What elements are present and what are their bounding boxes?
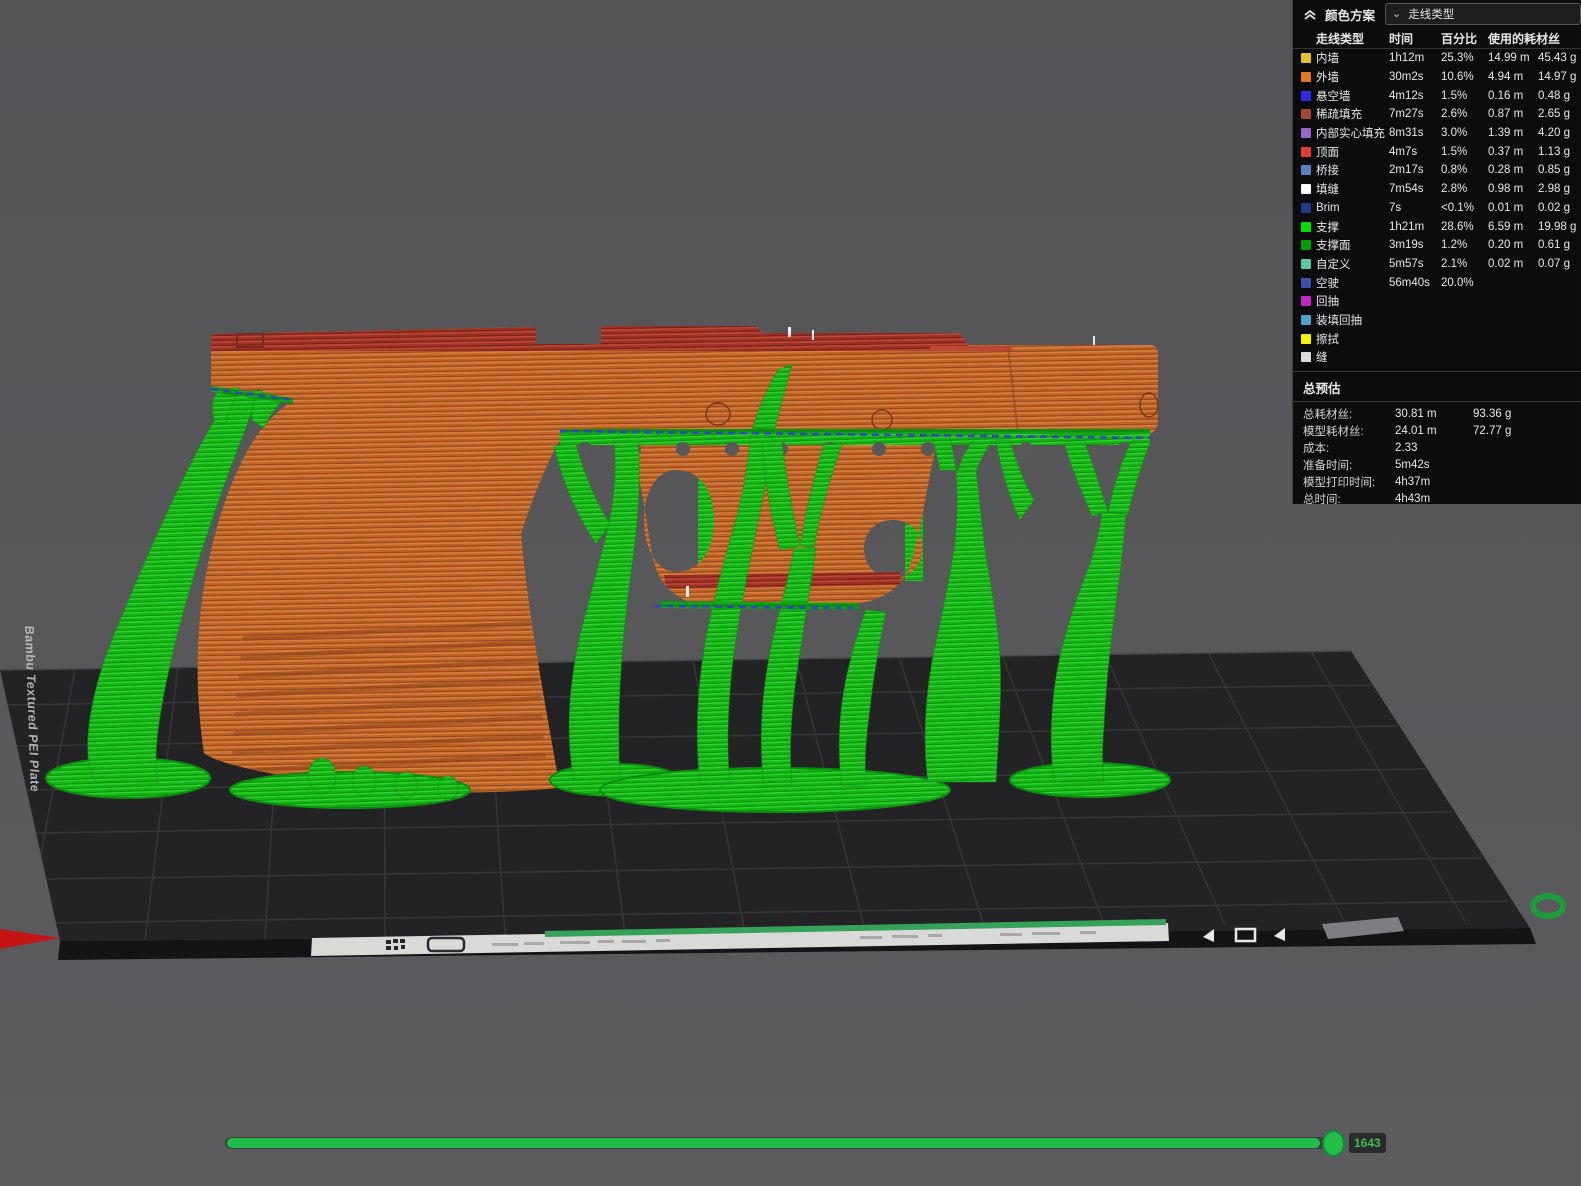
line-type-swatch xyxy=(1301,221,1311,232)
chevron-down-icon: ⌄ xyxy=(1392,7,1402,20)
layer-slider-thumb[interactable] xyxy=(1322,1130,1345,1157)
line-type-swatch xyxy=(1301,240,1311,251)
line-type-row[interactable]: 支撑面 3m19s 1.2% 0.20 m 0.61 g xyxy=(1293,236,1581,255)
line-type-swatch xyxy=(1301,352,1311,363)
line-type-row[interactable]: 填缝 7m54s 2.8% 0.98 m 2.98 g xyxy=(1293,180,1581,199)
layer-range-slider[interactable] xyxy=(225,1137,1328,1149)
col-line-type: 走线类型 xyxy=(1316,31,1365,46)
line-type-swatch xyxy=(1301,296,1311,307)
line-type-swatch xyxy=(1301,333,1311,344)
totals-row: 准备时间: 5m42s xyxy=(1303,459,1430,473)
line-type-swatch xyxy=(1301,258,1311,269)
support-nub xyxy=(394,771,418,799)
support-nub xyxy=(351,765,377,797)
col-filament-used: 使用的耗材丝 xyxy=(1488,31,1561,46)
line-type-swatch xyxy=(1301,72,1311,83)
pin-boss xyxy=(705,402,731,426)
line-type-row[interactable]: 内部实心填充 8m31s 3.0% 1.39 m 4.20 g xyxy=(1293,124,1581,143)
line-type-row[interactable]: 支撑 1h21m 28.6% 6.59 m 19.98 g xyxy=(1293,217,1581,236)
line-type-swatch xyxy=(1301,165,1311,176)
view-type-value: 走线类型 xyxy=(1408,9,1455,21)
line-type-row[interactable]: 回抽 xyxy=(1293,292,1581,311)
plate-marker-ring-icon xyxy=(1530,893,1566,919)
support-tree xyxy=(553,443,611,545)
col-time: 时间 xyxy=(1389,31,1414,46)
support-tree xyxy=(924,469,1002,783)
line-type-swatch xyxy=(1301,184,1311,195)
color-scheme-panel: 颜色方案 ⌄ 走线类型 走线类型 时间 百分比 使用的耗材丝 内墙 1h12m 25… xyxy=(1292,0,1581,504)
collapse-panel-icon[interactable] xyxy=(1303,7,1317,21)
panel-header: 颜色方案 ⌄ 走线类型 xyxy=(1293,0,1581,28)
support-tree xyxy=(1107,439,1151,515)
pin-boss xyxy=(1139,392,1159,418)
layer-slider-fill xyxy=(227,1138,1320,1148)
view-type-dropdown[interactable]: ⌄ 走线类型 xyxy=(1385,3,1581,25)
line-type-swatch xyxy=(1301,202,1311,213)
line-type-row[interactable]: 自定义 5m57s 2.1% 0.02 m 0.07 g xyxy=(1293,255,1581,274)
layer-number-badge: 1643 xyxy=(1349,1133,1386,1153)
line-type-row[interactable]: 悬空墙 4m12s 1.5% 0.16 m 0.48 g xyxy=(1293,86,1581,105)
totals-row: 模型打印时间: 4h37m xyxy=(1303,476,1431,490)
x-axis-arrow-icon xyxy=(0,929,60,949)
totals-row: 成本: 2.33 xyxy=(1303,442,1418,456)
line-type-row[interactable]: 顶面 4m7s 1.5% 0.37 m 1.13 g xyxy=(1293,142,1581,161)
line-type-swatch xyxy=(1301,277,1311,288)
line-type-swatch xyxy=(1301,314,1311,325)
line-type-row[interactable]: 空驶 56m40s 20.0% xyxy=(1293,273,1581,292)
line-type-table: 内墙 1h12m 25.3% 14.99 m 45.43 g 外墙 30m2s 10.6% 4.… xyxy=(1293,49,1581,367)
col-percent: 百分比 xyxy=(1441,31,1478,46)
line-type-swatch xyxy=(1301,90,1311,101)
line-type-row[interactable]: 稀疏填充 7m27s 2.6% 0.87 m 2.65 g xyxy=(1293,105,1581,124)
support-nub xyxy=(307,757,337,795)
line-type-swatch xyxy=(1301,109,1311,120)
top-surface-band xyxy=(200,326,968,351)
totals-row: 总时间: 4h43m xyxy=(1303,493,1431,504)
line-type-row[interactable]: 缝 xyxy=(1293,348,1581,367)
totals-row: 模型耗材丝: 24.01 m 72.77 g xyxy=(1303,425,1512,439)
line-type-swatch xyxy=(1301,128,1311,139)
line-type-row[interactable]: 桥接 2m17s 0.8% 0.28 m 0.85 g xyxy=(1293,161,1581,180)
line-type-swatch xyxy=(1301,146,1311,157)
line-type-row[interactable]: 外墙 30m2s 10.6% 4.94 m 14.97 g xyxy=(1293,68,1581,87)
line-type-row[interactable]: Brim 7s <0.1% 0.01 m 0.02 g xyxy=(1293,199,1581,218)
line-type-table-header: 走线类型 时间 百分比 使用的耗材丝 xyxy=(1293,28,1581,49)
support-nub xyxy=(437,775,459,801)
totals-title: 总预估 xyxy=(1293,370,1581,401)
totals-table: 总耗材丝: 30.81 m 93.36 g 模型耗材丝: 24.01 m 72.77 g 成… xyxy=(1293,400,1581,504)
line-type-row[interactable]: 装填回抽 xyxy=(1293,311,1581,330)
line-type-row[interactable]: 内墙 1h12m 25.3% 14.99 m 45.43 g xyxy=(1293,49,1581,68)
support-tree xyxy=(1063,439,1109,517)
panel-title: 颜色方案 xyxy=(1325,8,1376,23)
totals-row: 总耗材丝: 30.81 m 93.36 g xyxy=(1303,408,1512,422)
line-type-row[interactable]: 擦拭 xyxy=(1293,329,1581,348)
line-type-swatch xyxy=(1301,53,1311,64)
pin-boss xyxy=(871,409,893,431)
